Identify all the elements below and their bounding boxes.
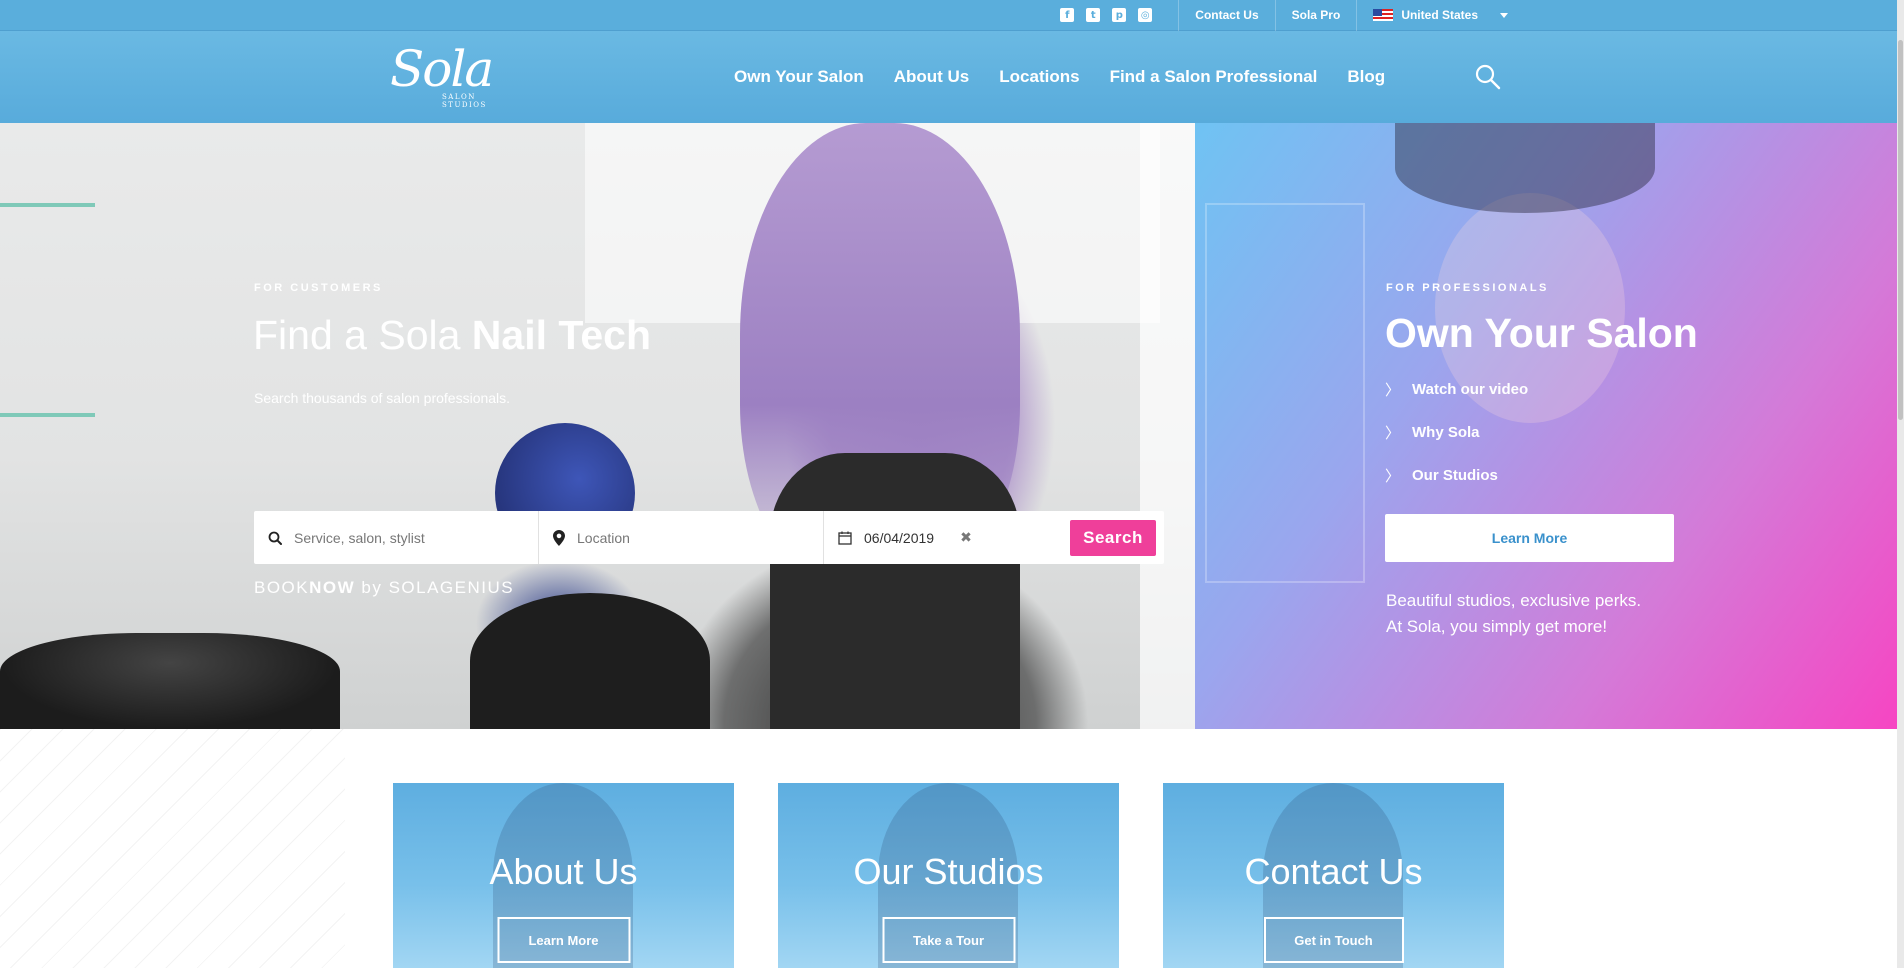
booknow-solagenius-logo: BOOKNOW by SOLAGENIUS (254, 578, 514, 598)
sola-pro-link[interactable]: Sola Pro (1274, 0, 1357, 31)
decorative-stripes (0, 729, 345, 968)
bg-shelf (1205, 203, 1365, 583)
booking-search-bar: Service, salon, stylist Location 06/04/2… (254, 511, 1164, 564)
search-icon (268, 531, 282, 545)
booknow-bold: NOW (309, 578, 356, 597)
main-nav: Own Your Salon About Us Locations Find a… (734, 31, 1385, 123)
stylist-body (770, 453, 1020, 729)
bg-shelf (0, 413, 95, 417)
customers-subtitle: Search thousands of salon professionals. (254, 390, 511, 406)
chevron-right-icon: 〉 (1385, 466, 1401, 485)
take-a-tour-button[interactable]: Take a Tour (882, 917, 1015, 963)
nav-about-us[interactable]: About Us (894, 67, 970, 87)
facebook-icon[interactable]: f (1060, 8, 1075, 22)
customers-title: Find a Sola Nail Tech (253, 312, 651, 359)
logo-subtitle: SALON STUDIOS (442, 93, 487, 109)
contact-us-link[interactable]: Contact Us (1178, 0, 1274, 31)
clear-date-icon[interactable]: ✖ (960, 529, 972, 546)
title-prefix: Find a Sola (253, 312, 472, 358)
location-field[interactable]: Location (539, 511, 824, 564)
service-search-field[interactable]: Service, salon, stylist (254, 511, 539, 564)
salon-sink (0, 633, 340, 729)
social-links: f t p ◎ (1060, 8, 1153, 22)
watch-video-link[interactable]: 〉 Watch our video (1385, 378, 1528, 400)
feature-section: About Us Learn More Our Studios Take a T… (0, 729, 1904, 968)
chevron-right-icon: 〉 (1385, 380, 1401, 399)
nav-locations[interactable]: Locations (999, 67, 1079, 87)
get-in-touch-button[interactable]: Get in Touch (1263, 917, 1404, 963)
instagram-icon[interactable]: ◎ (1138, 8, 1153, 22)
sola-logo[interactable]: Sola SALON STUDIOS (390, 39, 510, 117)
customer-hero-image (0, 123, 1195, 729)
utility-bar: f t p ◎ Contact Us Sola Pro United State… (0, 0, 1904, 31)
service-search-placeholder: Service, salon, stylist (294, 529, 425, 546)
card-title: Our Studios (853, 851, 1044, 892)
professionals-links: 〉 Watch our video 〉 Why Sola 〉 Our Studi… (1385, 378, 1528, 486)
professionals-title: Own Your Salon (1385, 310, 1698, 356)
booknow-suffix: by SOLAGENIUS (355, 578, 515, 597)
nav-blog[interactable]: Blog (1347, 67, 1385, 87)
professionals-eyebrow: FOR PROFESSIONALS (1386, 282, 1549, 294)
nav-own-your-salon[interactable]: Own Your Salon (734, 67, 864, 87)
card-title: Contact Us (1244, 851, 1423, 892)
our-studios-card[interactable]: Our Studios Take a Tour (778, 783, 1119, 968)
description-line: Beautiful studios, exclusive perks. (1386, 591, 1642, 610)
calendar-icon (838, 531, 852, 545)
date-value: 06/04/2019 (864, 529, 935, 546)
professionals-description: Beautiful studios, exclusive perks. At S… (1386, 588, 1706, 640)
learn-more-button[interactable]: Learn More (1385, 514, 1674, 562)
us-flag-icon (1373, 9, 1394, 21)
about-us-card[interactable]: About Us Learn More (393, 783, 734, 968)
customers-eyebrow: FOR CUSTOMERS (254, 282, 383, 294)
bg-wall (1140, 123, 1195, 729)
country-label: United States (1401, 8, 1478, 22)
bg-shelf (0, 203, 95, 207)
chevron-right-icon: 〉 (1385, 423, 1401, 442)
client-cape (470, 593, 710, 729)
card-title: About Us (489, 851, 638, 892)
logo-script: Sola (390, 40, 494, 98)
description-line: At Sola, you simply get more! (1386, 617, 1608, 636)
link-label: Watch our video (1412, 380, 1529, 398)
nav-find-a-salon-professional[interactable]: Find a Salon Professional (1110, 67, 1318, 87)
date-field[interactable]: 06/04/2019 ✖ (824, 511, 1069, 564)
link-label: Why Sola (1412, 423, 1480, 441)
title-bold: Nail Tech (471, 312, 652, 358)
country-selector[interactable]: United States (1356, 0, 1524, 31)
twitter-icon[interactable]: t (1086, 8, 1101, 22)
location-placeholder: Location (577, 529, 630, 546)
pinterest-icon[interactable]: p (1112, 8, 1127, 22)
our-studios-link[interactable]: 〉 Our Studios (1385, 464, 1528, 486)
model-hat (1395, 123, 1655, 213)
map-pin-icon (553, 529, 565, 546)
booking-search-button[interactable]: Search (1070, 519, 1156, 556)
about-us-learn-more-button[interactable]: Learn More (497, 917, 630, 963)
why-sola-link[interactable]: 〉 Why Sola (1385, 421, 1528, 443)
link-label: Our Studios (1412, 466, 1498, 484)
booknow-prefix: BOOK (254, 578, 310, 597)
search-icon[interactable] (1474, 63, 1502, 91)
page-scrollbar[interactable] (1897, 0, 1904, 968)
chevron-down-icon (1500, 12, 1508, 18)
main-header: Sola SALON STUDIOS Own Your Salon About … (0, 31, 1904, 123)
contact-us-card[interactable]: Contact Us Get in Touch (1163, 783, 1504, 968)
scrollbar-thumb[interactable] (1898, 40, 1903, 420)
